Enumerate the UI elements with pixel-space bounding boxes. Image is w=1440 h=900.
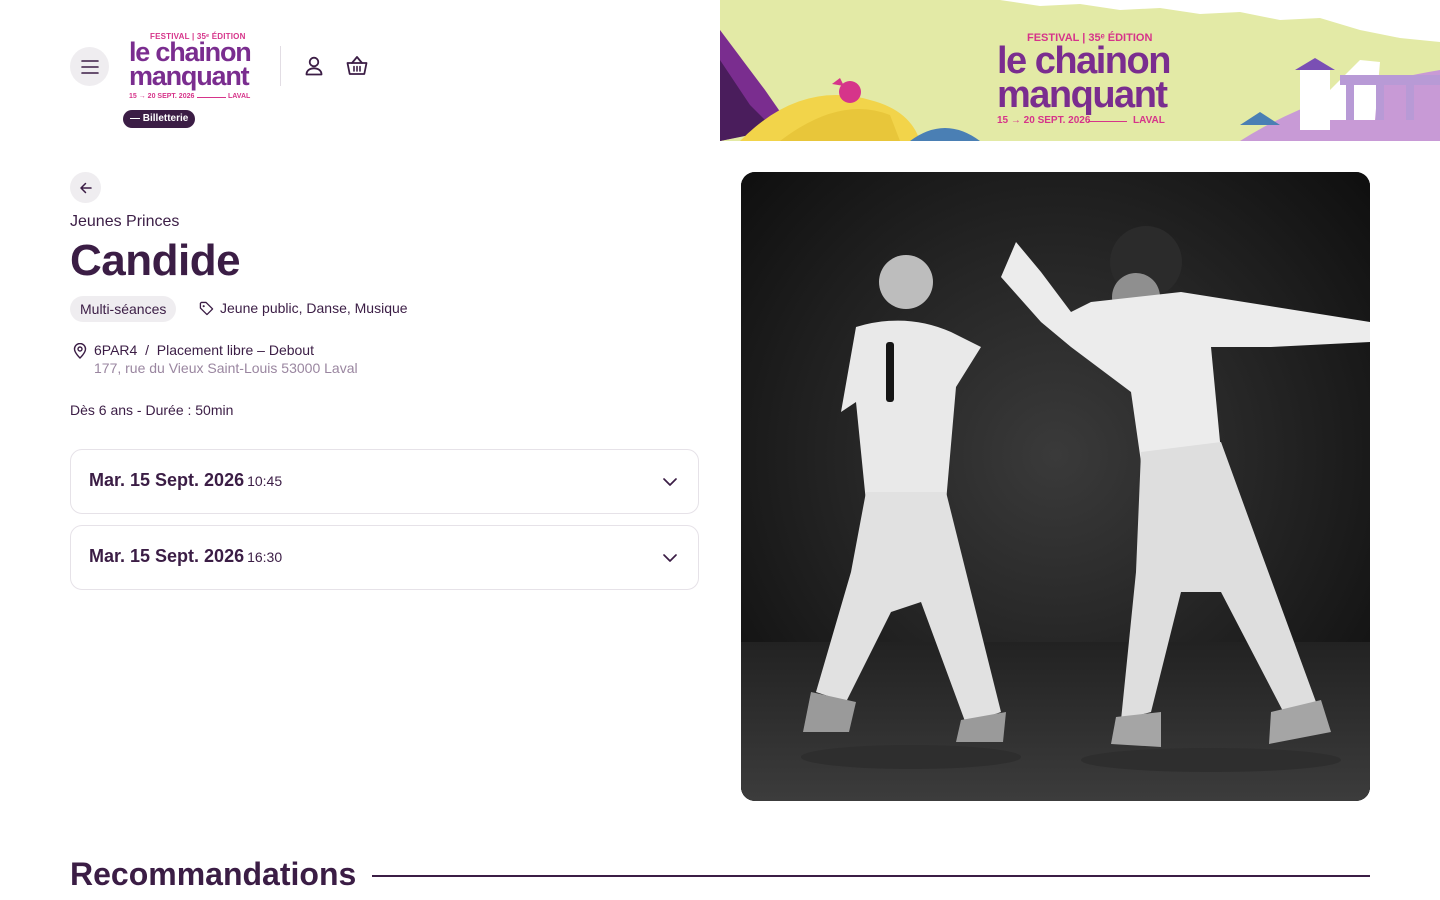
logo-dates: 15 → 20 SEPT. 2026 bbox=[129, 93, 195, 100]
basket-icon bbox=[346, 56, 368, 75]
banner-dates: 15 → 20 SEPT. 2026 bbox=[997, 115, 1091, 126]
event-tags: Jeune public, Danse, Musique bbox=[199, 300, 408, 316]
banner-divider bbox=[1088, 121, 1127, 122]
chevron-down-icon bbox=[663, 554, 677, 562]
recommandations-heading: Recommandations bbox=[70, 856, 357, 892]
menu-button[interactable] bbox=[70, 47, 109, 86]
session-date: Mar. 15 Sept. 2026 10:45 bbox=[89, 470, 282, 491]
hamburger-icon bbox=[80, 59, 99, 74]
logo-divider bbox=[197, 97, 226, 98]
venue-line: 6PAR4 / Placement libre – Debout bbox=[94, 342, 314, 358]
session-date-label: Mar. 15 Sept. 2026 bbox=[89, 546, 245, 566]
event-info: Dès 6 ans - Durée : 50min bbox=[70, 402, 234, 418]
chevron-down-icon bbox=[663, 478, 677, 486]
session-type-badge: Multi-séances bbox=[70, 296, 177, 322]
banner-city: LAVAL bbox=[1133, 115, 1165, 126]
session-time: 16:30 bbox=[247, 549, 283, 565]
festival-banner: FESTIVAL | 35ᵉ ÉDITION le chainon manqua… bbox=[720, 0, 1440, 141]
billetterie-badge: — Billetterie bbox=[123, 110, 196, 128]
logo-city: LAVAL bbox=[228, 93, 251, 100]
session-accordion-1[interactable]: Mar. 15 Sept. 2026 10:45 bbox=[70, 449, 699, 514]
event-photo bbox=[741, 172, 1370, 801]
venue-address: 177, rue du Vieux Saint-Louis 53000 Lava… bbox=[94, 360, 358, 376]
banner-name-line2: manquant bbox=[997, 74, 1168, 116]
dancers-photo bbox=[741, 172, 1370, 801]
venue-separator: / bbox=[145, 342, 149, 358]
logo-name: le chainon manquant bbox=[129, 39, 252, 91]
session-time: 10:45 bbox=[247, 473, 283, 489]
logo-name-line2: manquant bbox=[129, 61, 250, 91]
tag-icon bbox=[199, 301, 214, 315]
banner-name: le chainon manquant bbox=[997, 40, 1171, 116]
event-title: Candide bbox=[70, 236, 241, 285]
location-pin-icon bbox=[73, 343, 87, 359]
placement-type: Placement libre – Debout bbox=[156, 342, 314, 358]
header-divider bbox=[280, 46, 281, 86]
session-date-label: Mar. 15 Sept. 2026 bbox=[89, 470, 245, 490]
session-accordion-2[interactable]: Mar. 15 Sept. 2026 16:30 bbox=[70, 525, 699, 590]
cart-button[interactable] bbox=[345, 54, 369, 78]
event-tags-label: Jeune public, Danse, Musique bbox=[220, 300, 408, 316]
arrow-left-icon bbox=[79, 182, 92, 193]
company-name: Jeunes Princes bbox=[70, 213, 180, 230]
back-button[interactable] bbox=[70, 172, 101, 203]
user-icon bbox=[305, 56, 323, 76]
venue-name: 6PAR4 bbox=[94, 342, 138, 358]
session-date: Mar. 15 Sept. 2026 16:30 bbox=[89, 546, 282, 567]
account-button[interactable] bbox=[302, 54, 326, 78]
recommandations-rule bbox=[372, 875, 1370, 877]
banner-name-line1: le chainon bbox=[997, 40, 1171, 82]
